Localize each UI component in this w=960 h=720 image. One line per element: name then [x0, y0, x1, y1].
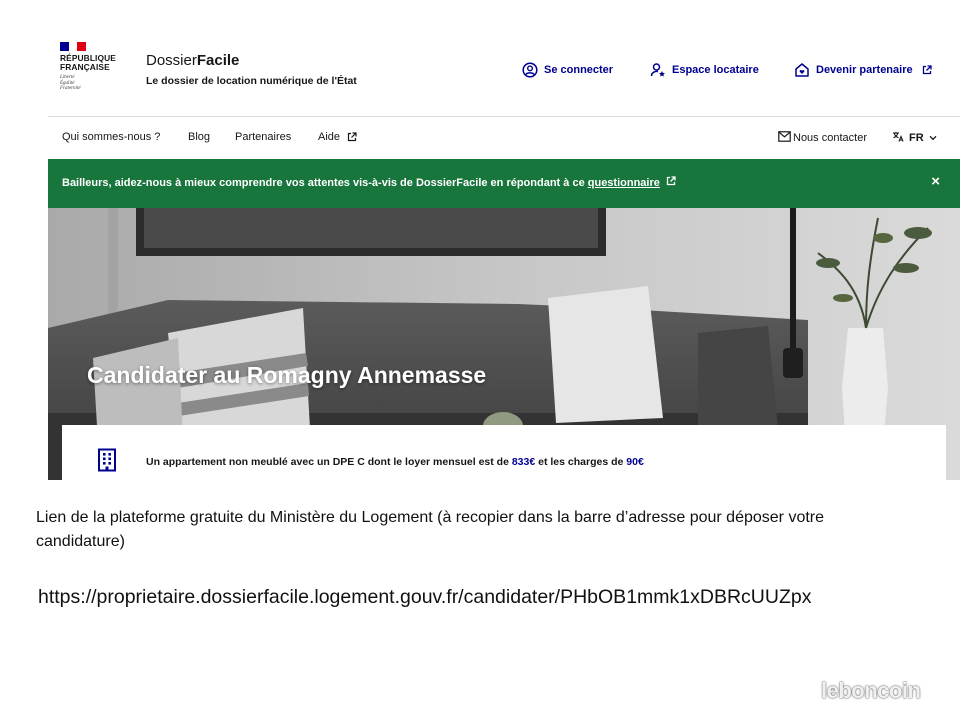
building-icon — [96, 448, 118, 477]
survey-notice-text: Bailleurs, aidez-nous à mieux comprendre… — [62, 176, 676, 189]
listing-summary-intro: Un appartement non meublé avec un DPE C … — [146, 456, 509, 468]
survey-notice: Bailleurs, aidez-nous à mieux comprendre… — [48, 159, 960, 208]
leboncoin-watermark: leboncoin — [821, 678, 921, 703]
tenant-space-link[interactable]: Espace locataire — [650, 62, 759, 78]
external-link-icon — [347, 132, 357, 142]
login-label: Se connecter — [544, 64, 614, 76]
nav-partners-label: Partenaires — [235, 131, 292, 143]
brand-name: DossierFacile — [146, 52, 357, 70]
brand[interactable]: DossierFacile Le dossier de location num… — [146, 52, 357, 87]
nav-item-about[interactable]: Qui sommes-nous ? — [62, 131, 160, 143]
page-title: Candidater au Romagny Annemasse — [87, 362, 487, 388]
republique-francaise-label: RÉPUBLIQUE FRANÇAISE — [60, 53, 116, 72]
brand-bold: Facile — [196, 52, 240, 69]
external-link-icon — [922, 65, 932, 75]
nav-item-blog[interactable]: Blog — [188, 131, 210, 143]
language-label: FR — [909, 132, 924, 144]
user-circle-icon — [522, 62, 538, 78]
devise-fraternite: Fraternité — [60, 86, 81, 92]
site-header: RÉPUBLIQUE FRANÇAISE Liberté Égalité Fra… — [48, 28, 960, 116]
listing-summary-card: Un appartement non meublé avec un DPE C … — [62, 425, 946, 480]
tenant-space-label: Espace locataire — [672, 64, 759, 76]
survey-notice-message: Bailleurs, aidez-nous à mieux comprendre… — [62, 177, 585, 189]
listing-summary-text: Un appartement non meublé avec un DPE C … — [146, 456, 644, 468]
nav-item-help[interactable]: Aide — [318, 131, 357, 143]
charges-value: 90€ — [626, 456, 644, 468]
rent-value: 833€ — [511, 456, 536, 468]
become-partner-link[interactable]: Devenir partenaire — [794, 62, 932, 78]
translate-icon — [892, 131, 904, 145]
french-flag-icon — [60, 42, 87, 51]
devise: Liberté Égalité Fraternité — [60, 75, 130, 92]
brand-tagline: Le dossier de location numérique de l'Ét… — [146, 75, 357, 87]
brand-prefix: Dossier — [146, 52, 197, 69]
website-screenshot: RÉPUBLIQUE FRANÇAISE Liberté Égalité Fra… — [48, 28, 960, 480]
nav-contact-label: Nous contacter — [793, 132, 867, 144]
description-text: Lien de la plateforme gratuite du Minist… — [36, 509, 825, 550]
login-link[interactable]: Se connecter — [522, 62, 613, 78]
main-nav: Qui sommes-nous ? Blog Partenaires Aide … — [48, 116, 960, 159]
user-star-icon — [650, 62, 666, 78]
nav-blog-label: Blog — [188, 131, 211, 143]
nav-about-label: Qui sommes-nous ? — [62, 131, 161, 143]
chevron-down-icon — [929, 132, 937, 144]
home-heart-icon — [794, 62, 810, 78]
questionnaire-label: questionnaire — [587, 177, 660, 189]
mail-icon — [778, 131, 791, 145]
nav-help-label: Aide — [318, 131, 341, 143]
listing-summary-middle: et les charges de — [538, 456, 624, 468]
become-partner-label: Devenir partenaire — [816, 64, 913, 76]
close-notice-button[interactable]: × — [931, 173, 940, 190]
questionnaire-link[interactable]: questionnaire — [588, 177, 660, 189]
republique-francaise-logo[interactable]: RÉPUBLIQUE FRANÇAISE Liberté Égalité Fra… — [60, 42, 130, 104]
nav-item-contact[interactable]: Nous contacter — [778, 131, 867, 145]
application-url: https://proprietaire.dossierfacile.logem… — [38, 586, 812, 608]
external-link-icon — [666, 176, 676, 186]
nav-item-partners[interactable]: Partenaires — [235, 131, 291, 143]
language-selector[interactable]: FR — [892, 131, 937, 145]
